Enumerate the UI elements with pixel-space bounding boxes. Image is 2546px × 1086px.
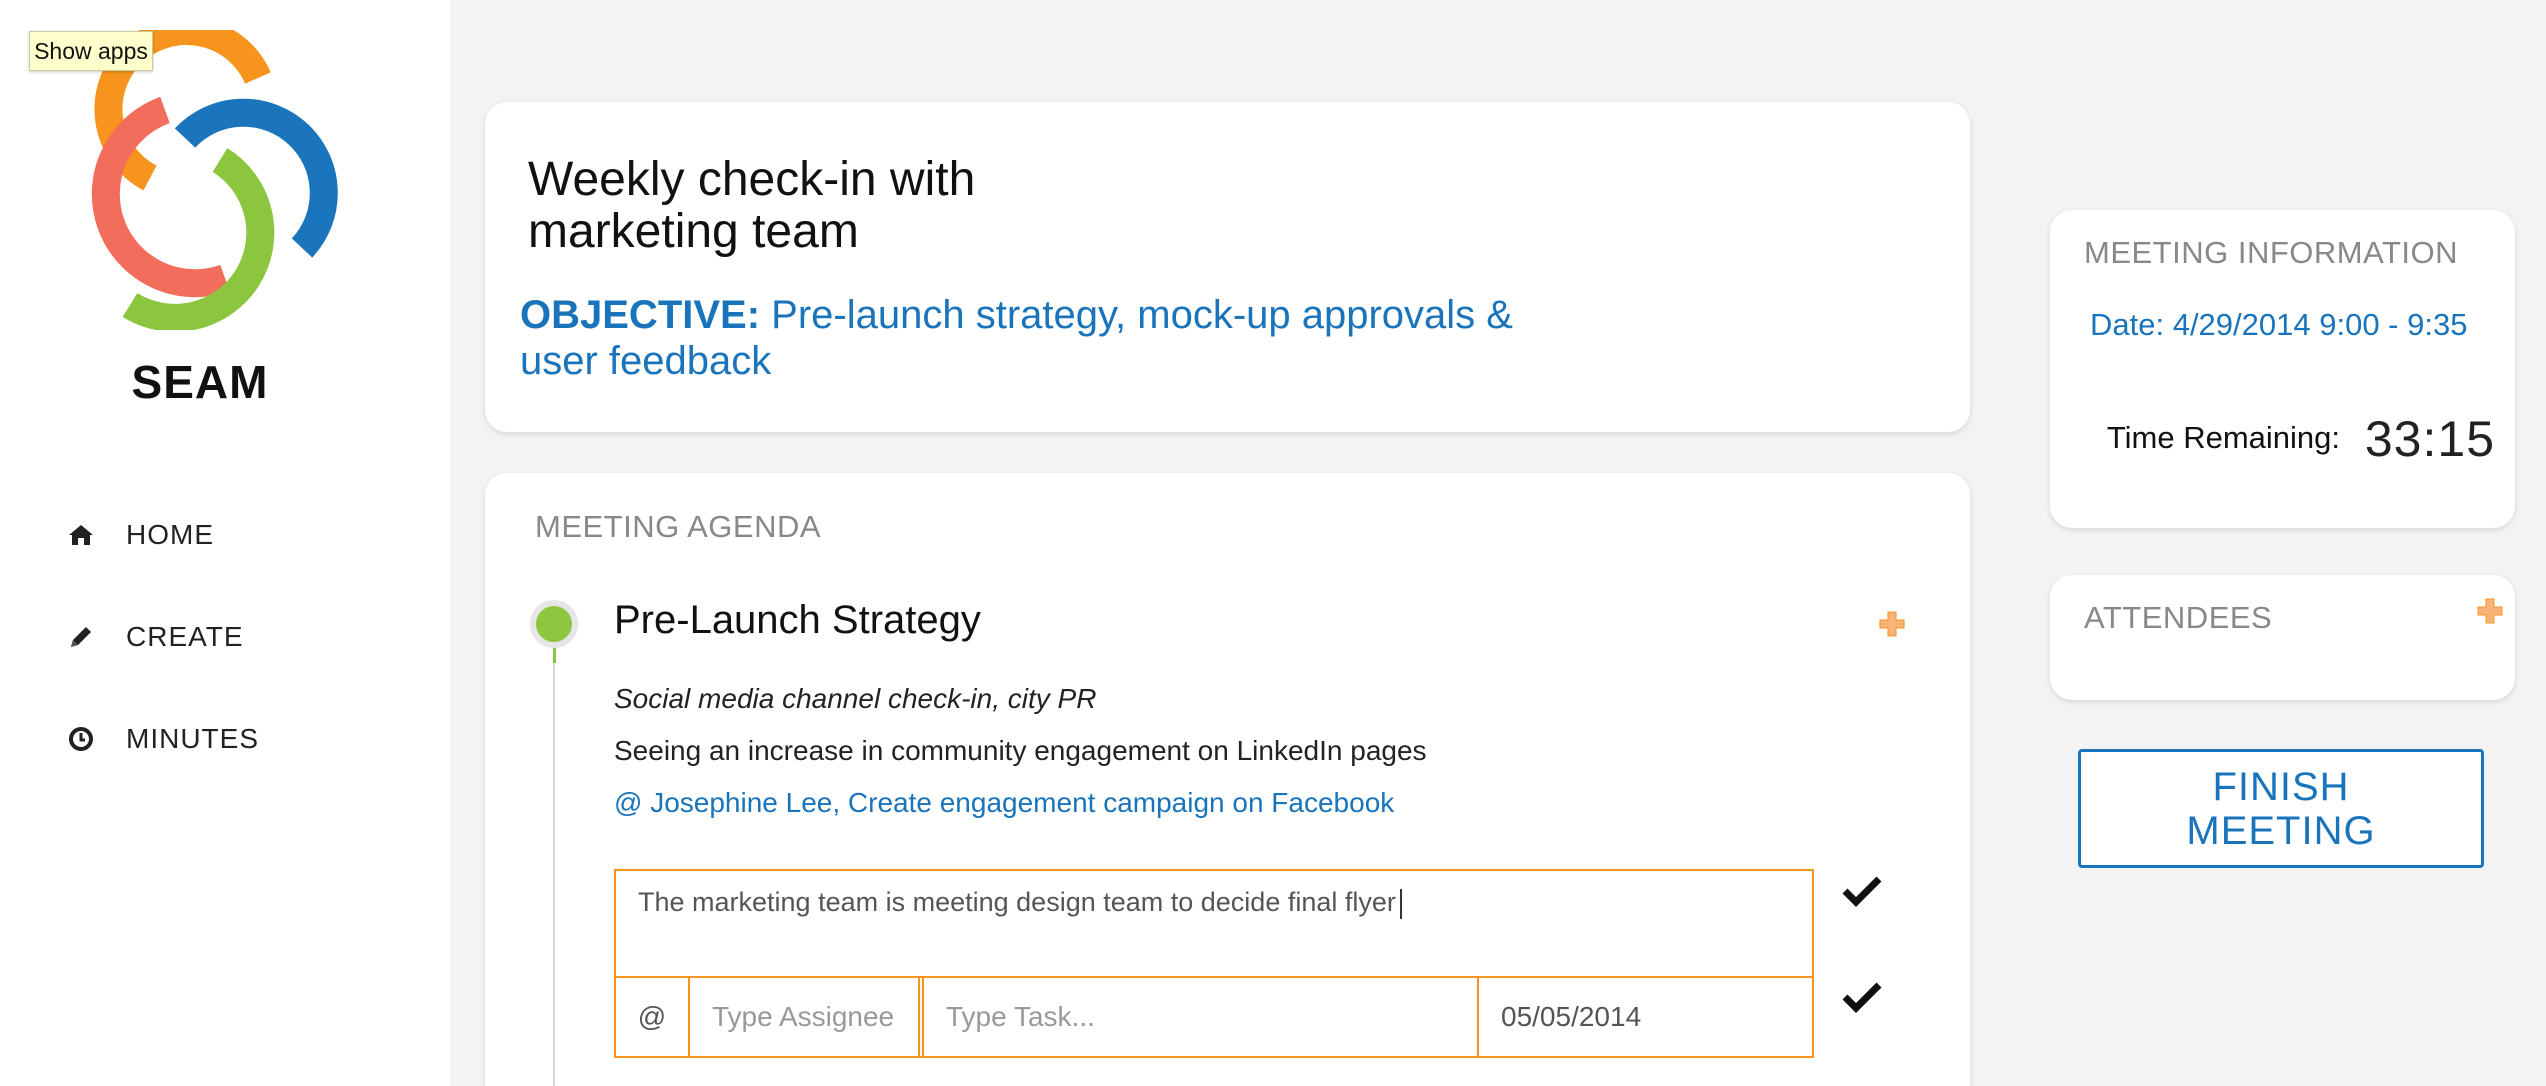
finish-meeting-button[interactable]: FINISH MEETING — [2078, 749, 2484, 868]
agenda-header: MEETING AGENDA — [535, 509, 822, 544]
brand-name: SEAM — [131, 356, 269, 408]
timeline-line — [553, 603, 555, 1086]
pencil-icon — [66, 622, 96, 652]
timeline-status-dot — [530, 600, 578, 648]
at-symbol: @ — [616, 978, 690, 1056]
agenda-item-title: Pre-Launch Strategy — [614, 598, 981, 642]
text-cursor — [1399, 888, 1402, 919]
sidebar: Show apps SEAM HOME CREATE MINUTES — [0, 0, 450, 1086]
plus-icon — [1879, 611, 1905, 637]
save-note-button[interactable] — [1842, 875, 1882, 912]
attendees-card: ATTENDEES — [2050, 575, 2515, 700]
nav-item-minutes[interactable]: MINUTES — [66, 719, 259, 759]
assignee-input[interactable]: Type Assignee — [690, 978, 920, 1056]
main-nav: HOME CREATE MINUTES — [66, 515, 259, 821]
finish-meeting-label: FINISH MEETING — [2186, 764, 2376, 853]
agenda-item-subtitle: Social media channel check-in, city PR — [614, 683, 1097, 714]
note-input-value: The marketing team is meeting design tea… — [638, 887, 1396, 917]
nav-item-label: HOME — [126, 519, 214, 550]
nav-item-label: MINUTES — [126, 723, 259, 754]
time-remaining-value: 33:15 — [2364, 411, 2495, 467]
due-date-input[interactable]: 05/05/2014 — [1479, 978, 1812, 1056]
show-apps-tooltip: Show apps — [29, 31, 153, 71]
save-task-button[interactable] — [1842, 981, 1882, 1018]
meeting-title: Weekly check-in with marketing team — [528, 153, 976, 258]
attendees-header: ATTENDEES — [2084, 600, 2273, 635]
meeting-objective: OBJECTIVE: Pre-launch strategy, mock-up … — [520, 292, 1580, 384]
clock-icon — [66, 724, 96, 754]
task-form: @ Type Assignee Type Task... 05/05/2014 — [614, 976, 1814, 1058]
seam-logo-icon — [91, 30, 338, 330]
meeting-info-card: MEETING INFORMATION Date: 4/29/2014 9:00… — [2050, 210, 2515, 528]
note-input[interactable]: The marketing team is meeting design tea… — [614, 869, 1814, 977]
plus-icon — [2477, 598, 2503, 624]
nav-item-home[interactable]: HOME — [66, 515, 259, 555]
meeting-date: Date: 4/29/2014 9:00 - 9:35 — [2090, 307, 2468, 342]
nav-item-create[interactable]: CREATE — [66, 617, 259, 657]
meeting-agenda-card: MEETING AGENDA Pre-Launch Strategy Socia… — [485, 473, 1970, 1086]
objective-label: OBJECTIVE: — [520, 293, 761, 337]
meeting-title-card: Weekly check-in with marketing team OBJE… — [485, 102, 1970, 432]
add-attendee-button[interactable] — [2476, 597, 2504, 630]
checkmark-icon — [1842, 982, 1882, 1013]
nav-item-label: CREATE — [126, 621, 244, 652]
task-input[interactable]: Type Task... — [924, 978, 1479, 1056]
checkmark-icon — [1842, 876, 1882, 907]
home-icon — [66, 520, 96, 550]
add-agenda-note-button[interactable] — [1878, 610, 1906, 643]
meeting-info-header: MEETING INFORMATION — [2084, 235, 2459, 270]
time-remaining-label: Time Remaining: — [2106, 420, 2340, 455]
agenda-item-note: Seeing an increase in community engageme… — [614, 735, 1427, 766]
agenda-item-task[interactable]: @ Josephine Lee, Create engagement campa… — [614, 787, 1394, 819]
